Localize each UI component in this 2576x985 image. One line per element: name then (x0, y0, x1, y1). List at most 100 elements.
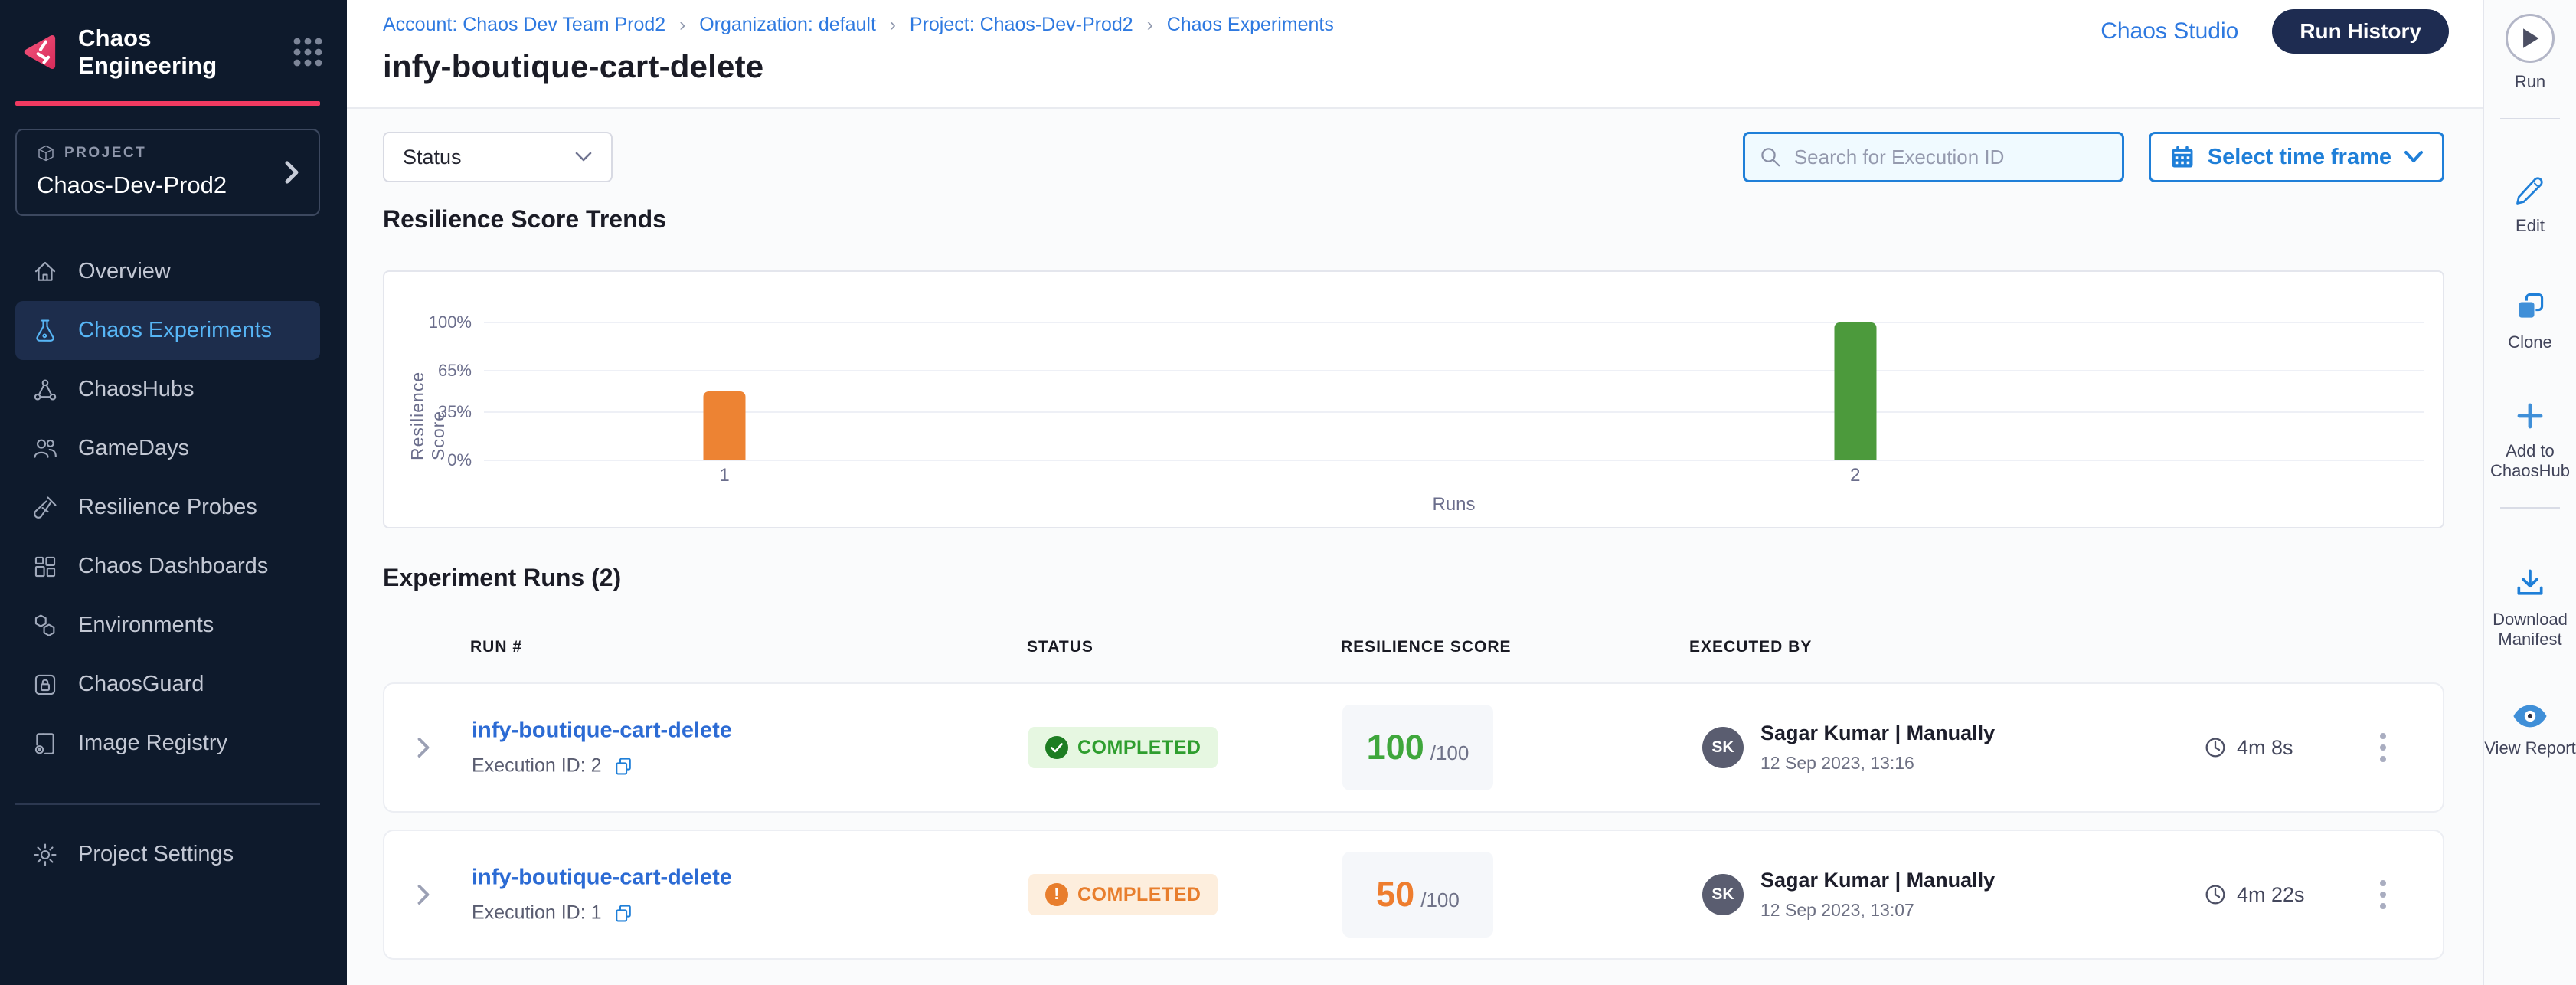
executed-by-block: SK Sagar Kumar | Manually 12 Sep 2023, 1… (1702, 869, 1995, 921)
chart-ytick-label: 0% (447, 450, 472, 470)
clone-button[interactable]: Clone (2508, 290, 2551, 352)
sidebar-item-gamedays[interactable]: GameDays (15, 419, 320, 478)
sidebar-item-project-settings[interactable]: Project Settings (15, 825, 320, 884)
run-name-link[interactable]: infy-boutique-cart-delete (472, 866, 732, 891)
sidebar-item-label: Overview (78, 259, 171, 284)
execution-search (1743, 132, 2124, 182)
add-to-chaoshub-button[interactable]: Add to ChaosHub (2484, 400, 2576, 481)
row-menu-kebab-icon[interactable] (2374, 727, 2392, 768)
status-warning-icon: ! (1045, 883, 1068, 906)
sidebar-item-label: Chaos Dashboards (78, 554, 268, 579)
expand-chevron-icon[interactable] (415, 735, 432, 761)
status-filter-label: Status (403, 146, 462, 169)
project-cube-icon (37, 144, 55, 162)
breadcrumb-chaos-experiments[interactable]: Chaos Experiments (1167, 14, 1334, 36)
project-selector[interactable]: PROJECT Chaos-Dev-Prod2 (15, 129, 320, 216)
sidebar-item-chaos-experiments[interactable]: Chaos Experiments (15, 301, 320, 360)
action-rail: Run Edit Clone Add to ChaosHub Download … (2483, 0, 2576, 985)
time-frame-dropdown[interactable]: Select time frame (2149, 132, 2444, 182)
sidebar-item-label: Chaos Experiments (78, 318, 272, 343)
sidebar-item-environments[interactable]: Environments (15, 596, 320, 655)
run-name-block: infy-boutique-cart-delete Execution ID: … (472, 718, 732, 777)
dashboard-grid-icon (32, 554, 58, 580)
expand-chevron-icon[interactable] (415, 882, 432, 908)
time-frame-label: Select time frame (2208, 145, 2391, 170)
play-icon (2520, 28, 2540, 49)
chart-plot: 0%35%65%100% (484, 322, 2424, 460)
sidebar-item-label: Resilience Probes (78, 495, 257, 520)
brand-underline (15, 101, 320, 106)
eye-icon (2512, 703, 2548, 729)
search-input[interactable] (1794, 146, 2108, 169)
clock-icon (2203, 735, 2228, 760)
sidebar-item-label: GameDays (78, 436, 189, 461)
sidebar-item-image-registry[interactable]: Image Registry (15, 714, 320, 773)
score-max: /100 (1430, 741, 1469, 765)
sidebar-item-resilience-probes[interactable]: Resilience Probes (15, 478, 320, 537)
chart-bar-run-1[interactable] (704, 391, 746, 460)
run-button[interactable] (2506, 14, 2555, 63)
run-duration: 4m 22s (2203, 882, 2305, 907)
chart-gridline (484, 322, 2424, 323)
duration-text: 4m 8s (2237, 736, 2293, 760)
download-manifest-button[interactable]: Download Manifest (2484, 567, 2576, 650)
chart-x-axis-title: Runs (484, 494, 2424, 515)
home-icon (32, 259, 58, 285)
breadcrumb-project[interactable]: Project: Chaos-Dev-Prod2 (910, 14, 1133, 36)
view-report-button[interactable]: View Report (2484, 703, 2575, 758)
hexagons-icon (32, 613, 58, 639)
sidebar-item-chaoshubs[interactable]: ChaosHubs (15, 360, 320, 419)
chart-y-axis-title: Resilience Score (407, 322, 449, 460)
run-name-link[interactable]: infy-boutique-cart-delete (472, 718, 732, 744)
breadcrumb-separator-icon: › (679, 15, 685, 36)
chaos-studio-link[interactable]: Chaos Studio (2100, 18, 2238, 44)
brand-title: Chaos Engineering (78, 25, 275, 80)
registry-file-gear-icon (32, 731, 58, 757)
status-text: COMPLETED (1077, 884, 1201, 906)
module-grid-icon[interactable] (292, 36, 324, 68)
executed-by-name: Sagar Kumar | Manually (1760, 722, 1995, 745)
sidebar-item-label: Image Registry (78, 731, 227, 756)
column-header-status: STATUS (1027, 638, 1093, 656)
sidebar-divider (15, 803, 320, 805)
run-name-block: infy-boutique-cart-delete Execution ID: … (472, 866, 732, 924)
status-badge: COMPLETED (1028, 727, 1218, 768)
sidebar-item-chaosguard[interactable]: ChaosGuard (15, 655, 320, 714)
chart-xticks: 12 (484, 465, 2424, 491)
table-row[interactable]: infy-boutique-cart-delete Execution ID: … (383, 682, 2444, 813)
gear-icon (32, 842, 58, 868)
resilience-trends-title: Resilience Score Trends (383, 205, 2444, 234)
status-badge: ! COMPLETED (1028, 874, 1218, 915)
rail-divider (2500, 118, 2560, 119)
breadcrumb-account[interactable]: Account: Chaos Dev Team Prod2 (383, 14, 665, 36)
page-title: infy-boutique-cart-delete (383, 48, 2452, 85)
users-icon (32, 436, 58, 462)
hub-network-icon (32, 377, 58, 403)
sidebar-item-chaos-dashboards[interactable]: Chaos Dashboards (15, 537, 320, 596)
calendar-icon (2169, 144, 2195, 170)
chevron-right-icon (282, 159, 302, 185)
row-menu-kebab-icon[interactable] (2374, 874, 2392, 915)
breadcrumb-separator-icon: › (890, 15, 896, 36)
project-name: Chaos-Dev-Prod2 (37, 172, 299, 199)
duration-text: 4m 22s (2237, 883, 2305, 907)
chart-bar-run-2[interactable] (1834, 322, 1876, 460)
execution-id: Execution ID: 1 (472, 902, 602, 924)
table-row[interactable]: infy-boutique-cart-delete Execution ID: … (383, 830, 2444, 960)
executed-on-date: 12 Sep 2023, 13:16 (1760, 753, 1995, 774)
breadcrumb-separator-icon: › (1147, 15, 1153, 36)
chart-gridline (484, 370, 2424, 371)
pencil-icon (2513, 173, 2547, 207)
chart-xtick-label: 2 (1850, 465, 1860, 486)
copy-icon[interactable] (613, 902, 634, 924)
status-filter-dropdown[interactable]: Status (383, 132, 613, 182)
clone-copy-icon (2513, 290, 2547, 323)
sidebar-item-label: Project Settings (78, 842, 234, 867)
copy-icon[interactable] (613, 755, 634, 777)
experiment-runs-table: RUN # STATUS RESILIENCE SCORE EXECUTED B… (383, 638, 2444, 960)
run-history-button[interactable]: Run History (2272, 9, 2449, 54)
sidebar-item-overview[interactable]: Overview (15, 242, 320, 301)
edit-button[interactable]: Edit (2513, 173, 2547, 236)
flask-icon (32, 318, 58, 344)
breadcrumb-organization[interactable]: Organization: default (699, 14, 876, 36)
